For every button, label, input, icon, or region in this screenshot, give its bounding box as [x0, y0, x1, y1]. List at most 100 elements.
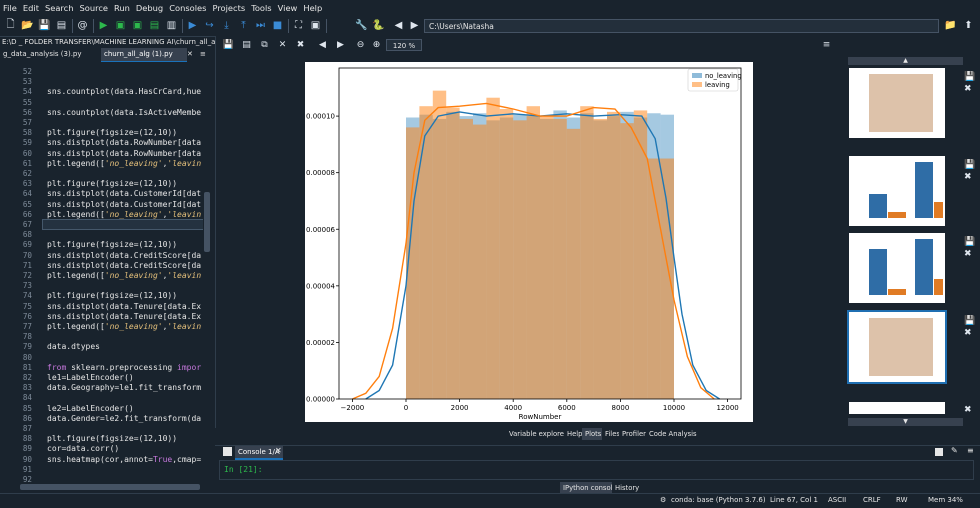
editor-scrollbar[interactable] [203, 62, 211, 482]
menu-view[interactable]: View [275, 3, 301, 13]
menu-file[interactable]: File [0, 3, 20, 13]
save-all-icon[interactable]: ▤ [55, 19, 68, 32]
menu-help[interactable]: Help [300, 3, 325, 13]
code-line[interactable]: from sklearn.preprocessing impor [47, 363, 201, 372]
editor-horizontal-scrollbar[interactable] [20, 484, 200, 490]
tab-data-analysis[interactable]: g_data_analysis (3).py [0, 48, 104, 61]
ipython-console[interactable]: In [21]: [219, 460, 974, 480]
clear-console-icon[interactable]: ✎ [951, 446, 958, 455]
plot-thumbnail[interactable] [847, 310, 947, 384]
close-console-icon[interactable]: ✕ [275, 446, 282, 455]
plot-thumbnail[interactable] [849, 233, 945, 303]
new-file-icon[interactable]: 🗋 [4, 19, 17, 32]
copy-plot-icon[interactable]: ⧉ [258, 38, 271, 51]
tab-variable-explorer[interactable]: Variable explorer [506, 428, 570, 440]
debug-icon[interactable]: ▶ [186, 19, 199, 32]
tab-code-analysis[interactable]: Code Analysis [646, 428, 700, 440]
code-line[interactable]: le1=LabelEncoder() [47, 373, 134, 382]
previous-plot-icon[interactable]: ◀ [316, 38, 329, 51]
code-line[interactable]: plt.figure(figsize=(12,10)) [47, 240, 177, 249]
plot-thumbnail[interactable] [849, 68, 945, 138]
zoom-in-icon[interactable]: ⊕ [370, 38, 383, 51]
tab-churn-all-alg[interactable]: churn_all_alg (1).py [101, 48, 187, 63]
menu-tools[interactable]: Tools [248, 3, 274, 13]
code-line[interactable]: sns.countplot(data.HasCrCard,hue [47, 87, 201, 96]
code-line[interactable]: sns.distplot(data.CustomerId[dat [47, 200, 201, 209]
code-line[interactable]: plt.figure(figsize=(12,10)) [47, 128, 177, 137]
at-icon[interactable]: @ [76, 19, 89, 32]
run-icon[interactable]: ▶ [97, 19, 110, 32]
editor-scrollbar-thumb[interactable] [204, 192, 210, 252]
scroll-down-arrow-icon[interactable]: ▼ [848, 418, 963, 426]
remove-thumbnail-icon[interactable]: ✖ [964, 249, 972, 259]
remove-thumbnail-icon[interactable]: ✖ [964, 84, 972, 94]
save-plot-icon[interactable]: 💾 [222, 38, 235, 51]
save-thumbnail-icon[interactable]: 💾 [964, 160, 975, 170]
code-line[interactable]: sns.distplot(data.RowNumber[data [47, 138, 201, 147]
code-line[interactable]: plt.figure(figsize=(12,10)) [47, 179, 177, 188]
save-icon[interactable]: 💾 [38, 19, 51, 32]
browse-folder-icon[interactable]: 📁 [944, 19, 957, 32]
code-line[interactable]: cor=data.corr() [47, 444, 119, 453]
step-into-icon[interactable]: ⤓ [220, 19, 233, 32]
code-line[interactable]: sns.distplot(data.Tenure[data.Ex [47, 312, 201, 321]
zoom-out-icon[interactable]: ⊖ [354, 38, 367, 51]
menu-run[interactable]: Run [111, 3, 133, 13]
forward-arrow-icon[interactable]: ▶ [408, 19, 421, 32]
menu-debug[interactable]: Debug [133, 3, 166, 13]
code-line[interactable]: plt.figure(figsize=(12,10)) [47, 291, 177, 300]
menu-source[interactable]: Source [76, 3, 111, 13]
code-line[interactable]: plt.legend(['no_leaving','leavin [47, 322, 201, 331]
continue-icon[interactable]: ⏭ [254, 19, 267, 32]
maximize-pane-icon[interactable]: ⛶ [292, 19, 305, 32]
menu-consoles[interactable]: Consoles [166, 3, 209, 13]
back-arrow-icon[interactable]: ◀ [392, 19, 405, 32]
save-thumbnail-icon[interactable]: 💾 [964, 72, 975, 82]
code-line[interactable]: data.Geography=le1.fit_transform [47, 383, 201, 392]
console-options-icon[interactable]: ≡ [967, 446, 974, 455]
step-icon[interactable]: ↪ [203, 19, 216, 32]
remove-thumbnail-icon[interactable]: ✖ [964, 328, 972, 338]
scroll-up-arrow-icon[interactable]: ▲ [848, 57, 963, 65]
run-selection-line-icon[interactable]: ▥ [165, 19, 178, 32]
preferences-wrench-icon[interactable]: 🔧 [355, 19, 368, 32]
code-line[interactable]: plt.figure(figsize=(12,10)) [47, 434, 177, 443]
next-plot-icon[interactable]: ▶ [334, 38, 347, 51]
code-line[interactable]: data.Gender=le2.fit_transform(da [47, 414, 201, 423]
run-selection-icon[interactable]: ▤ [148, 19, 161, 32]
step-return-icon[interactable]: ⤒ [237, 19, 250, 32]
menu-edit[interactable]: Edit [20, 3, 42, 13]
plot-thumbnail[interactable] [849, 156, 945, 226]
remove-all-plots-icon[interactable]: ✖ [294, 38, 307, 51]
remove-thumbnail-icon[interactable]: ✖ [964, 405, 972, 415]
code-line[interactable]: sns.distplot(data.CreditScore[da [47, 261, 201, 270]
menu-search[interactable]: Search [42, 3, 77, 13]
code-line[interactable]: plt.legend(['no_leaving','leavin [47, 271, 201, 280]
working-directory-input[interactable]: C:\Users\Natasha [424, 19, 939, 33]
close-tab-icon[interactable]: ✕ [184, 48, 198, 61]
code-line[interactable]: sns.distplot(data.RowNumber[data [47, 149, 201, 158]
run-cell-advance-icon[interactable]: ▣ [131, 19, 144, 32]
code-line[interactable]: sns.heatmap(cor,annot=True,cmap= [47, 455, 201, 464]
stop-debug-icon[interactable]: ■ [271, 19, 284, 32]
save-all-plots-icon[interactable]: ▤ [240, 38, 253, 51]
code-line[interactable]: sns.distplot(data.CustomerId[dat [47, 189, 201, 198]
code-line[interactable]: le2=LabelEncoder() [47, 404, 134, 413]
parent-dir-icon[interactable]: ⬆ [962, 19, 975, 32]
menu-projects[interactable]: Projects [209, 3, 248, 13]
fullscreen-icon[interactable]: ▣ [309, 19, 322, 32]
remove-thumbnail-icon[interactable]: ✖ [964, 172, 972, 182]
run-cell-icon[interactable]: ▣ [114, 19, 127, 32]
save-thumbnail-icon[interactable]: 💾 [964, 237, 975, 247]
save-thumbnail-icon[interactable]: 💾 [964, 316, 975, 326]
pane-options-icon[interactable]: ≡ [820, 38, 833, 51]
tab-options-icon[interactable]: ≡ [197, 48, 211, 61]
python-path-icon[interactable]: 🐍 [372, 19, 385, 32]
code-line[interactable]: sns.distplot(data.CreditScore[da [47, 251, 201, 260]
code-line[interactable]: plt.legend(['no_leaving','leavin [47, 210, 201, 219]
code-line[interactable]: sns.countplot(data.IsActiveMembe [47, 108, 201, 117]
code-line[interactable]: data.dtypes [47, 342, 100, 351]
code-editor[interactable]: sns.countplot(data.HasCrCard,hue sns.coun… [42, 62, 204, 482]
tab-plots[interactable]: Plots [582, 428, 605, 440]
zoom-level[interactable]: 120 % [386, 39, 422, 51]
